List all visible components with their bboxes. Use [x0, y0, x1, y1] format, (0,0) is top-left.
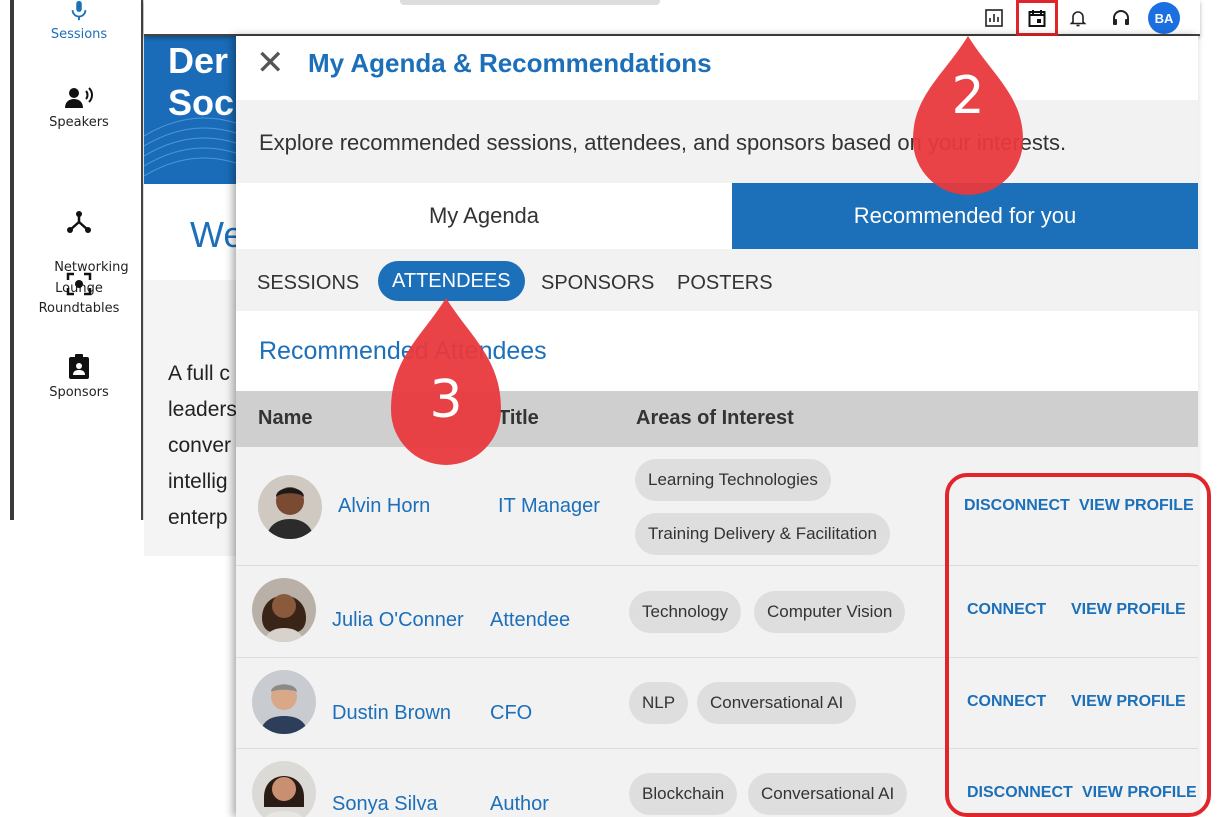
roundtable-icon: [66, 272, 92, 296]
attendee-title: IT Manager: [498, 495, 600, 517]
callout-number: 3: [429, 370, 463, 430]
panel-header: ✕ My Agenda & Recommendations: [236, 36, 1198, 100]
attendee-title: Author: [490, 793, 549, 815]
headset-icon[interactable]: [1109, 6, 1133, 30]
callout-number: 2: [951, 66, 985, 126]
attendee-name[interactable]: Julia O'Conner: [332, 609, 464, 632]
interest-chip: Training Delivery & Facilitation: [635, 513, 890, 555]
sidebar-item-speakers[interactable]: Speakers: [14, 86, 144, 133]
panel-title: My Agenda & Recommendations: [308, 48, 712, 78]
avatar: [258, 475, 322, 539]
callout-pin-2: 2: [913, 36, 1023, 196]
interest-chip: Learning Technologies: [635, 459, 831, 501]
subtab-sessions[interactable]: SESSIONS: [257, 267, 359, 299]
chart-icon[interactable]: [982, 6, 1006, 30]
interest-chip: Conversational AI: [748, 773, 908, 815]
callout-pin-3: 3: [391, 298, 501, 465]
search-bar[interactable]: [400, 0, 660, 5]
badge-icon: [69, 354, 89, 379]
avatar: [252, 578, 316, 642]
screenshot-stage: Sessions Speakers Networking Lounge Roun…: [0, 0, 1218, 817]
user-avatar[interactable]: BA: [1148, 2, 1180, 34]
attendee-name[interactable]: Alvin Horn: [338, 495, 430, 518]
avatar: [252, 670, 316, 734]
section-header: Recommended Attendees: [236, 311, 1198, 391]
interest-chip: Blockchain: [629, 773, 738, 815]
sidebar-item-label: Sponsors: [49, 385, 109, 400]
close-icon[interactable]: ✕: [256, 46, 285, 80]
attendee-title: Attendee: [490, 609, 571, 631]
attendee-title: CFO: [490, 702, 533, 724]
actions-highlight: [945, 473, 1211, 817]
bell-icon[interactable]: [1066, 6, 1090, 30]
table-header: Name Title Areas of Interest: [236, 391, 1198, 447]
interest-chip: NLP: [629, 682, 689, 724]
sidebar-item-label: Roundtables: [38, 301, 120, 316]
speaker-icon: [65, 87, 93, 108]
hero-title: Der Soc: [168, 40, 235, 123]
sidebar-item-sessions[interactable]: Sessions: [14, 0, 144, 45]
interest-chip: Technology: [629, 591, 742, 633]
interest-chip: Conversational AI: [697, 682, 857, 724]
subtab-attendees[interactable]: ATTENDEES: [380, 263, 523, 299]
subtab-bar: SESSIONS ATTENDEES SPONSORS POSTERS: [236, 249, 1198, 311]
avatar: [252, 761, 316, 817]
sidebar-item-sponsors[interactable]: Sponsors: [14, 354, 144, 403]
sidebar-item-roundtables[interactable]: Roundtables: [14, 272, 144, 319]
intro-paragraph: A full c leaders conver intellig enterp: [168, 362, 237, 529]
column-header-name: Name: [258, 407, 313, 429]
subtab-posters[interactable]: POSTERS: [677, 267, 773, 299]
subtab-sponsors[interactable]: SPONSORS: [541, 267, 654, 299]
calendar-highlight: [1016, 0, 1058, 36]
background-page: Der Soc We A full c leaders conver intel…: [144, 36, 244, 556]
left-sidebar: Sessions Speakers Networking Lounge Roun…: [14, 0, 144, 520]
microphone-icon: [71, 0, 87, 21]
attendee-name[interactable]: Sonya Silva: [332, 793, 438, 816]
sidebar-item-label: Sessions: [50, 27, 108, 42]
hero-banner: Der Soc: [144, 36, 244, 184]
top-bar: BA: [144, 0, 1200, 36]
attendee-name[interactable]: Dustin Brown: [332, 702, 451, 725]
column-header-title: Title: [498, 407, 539, 429]
interest-chip: Computer Vision: [754, 591, 906, 633]
sidebar-item-label: Speakers: [49, 115, 109, 130]
column-header-interests: Areas of Interest: [636, 407, 794, 429]
network-icon: [67, 211, 91, 233]
tab-my-agenda[interactable]: My Agenda: [236, 183, 732, 249]
